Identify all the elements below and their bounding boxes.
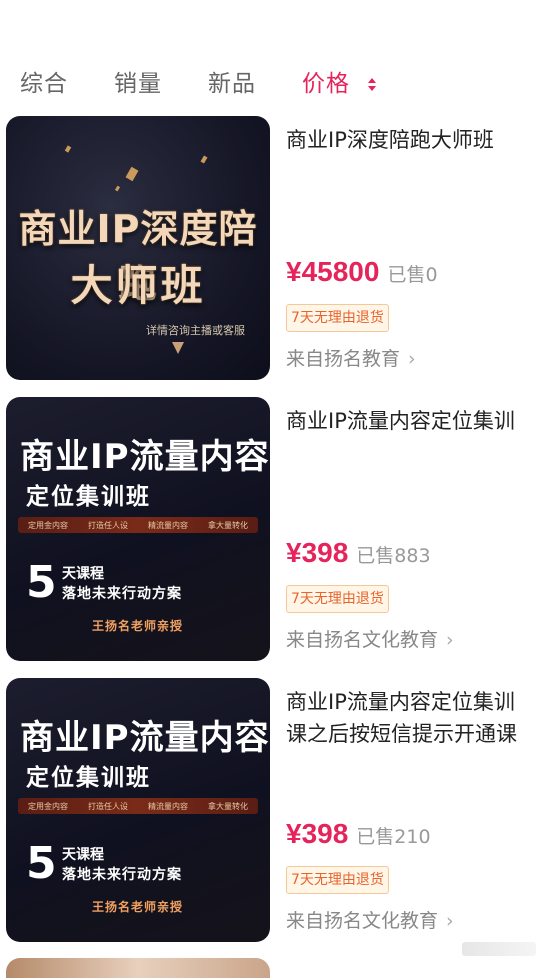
thumb-tag: 拿大量转化 — [208, 520, 248, 530]
shop-link[interactable]: 来自扬名文化教育 › — [286, 625, 454, 652]
thumb-title-line2: 大师班 — [70, 261, 206, 310]
product-price: ¥398 — [286, 537, 349, 568]
thumb-tag: 定用金内容 — [28, 520, 68, 530]
thumb-title: 商业IP流量内容 — [20, 718, 270, 758]
thumb-days-label: 天课程 — [62, 566, 104, 582]
shop-name: 来自扬名教育 — [286, 348, 401, 370]
thumb-day-number: 5 — [26, 557, 57, 608]
chevron-right-icon: › — [446, 910, 454, 932]
thumb-days-label: 天课程 — [62, 847, 104, 863]
sold-count: 已售210 — [356, 826, 431, 848]
thumb-tag-bar: 定用金内容 打造任人设 精流量内容 拿大量转化 — [18, 798, 258, 814]
thumb-tag: 打造任人设 — [88, 520, 128, 530]
thumb-tag-bar: 定用金内容 打造任人设 精流量内容 拿大量转化 — [18, 517, 258, 533]
list-item[interactable]: 商业IP流量内容 定位集训班 定用金内容 打造任人设 精流量内容 拿大量转化 5… — [0, 397, 544, 665]
product-thumbnail[interactable]: 商业IP流量内容 定位集训班 定用金内容 打造任人设 精流量内容 拿大量转化 5… — [6, 397, 270, 661]
thumb-tag: 精流量内容 — [148, 520, 188, 530]
chevron-right-icon: › — [446, 629, 454, 651]
thumb-plan: 落地未来行动方案 — [62, 867, 182, 883]
sold-count: 已售883 — [356, 545, 431, 567]
product-title[interactable]: 商业IP流量内容定位集训 — [286, 405, 544, 437]
sort-arrows-icon — [368, 77, 378, 93]
thumb-teacher: 王扬名老师亲授 — [92, 900, 184, 914]
product-title[interactable]: 商业IP流量内容定位集训 课之后按短信提示开通课 — [286, 686, 544, 750]
thumb-tag: 精流量内容 — [148, 801, 188, 811]
arrow-down-icon — [172, 342, 184, 354]
shop-link[interactable]: 来自扬名文化教育 › — [286, 906, 454, 933]
thumb-title: 商业IP流量内容 — [20, 437, 270, 477]
return-policy-badge: 7天无理由退货 — [286, 304, 389, 332]
product-title[interactable]: 商业IP深度陪跑大师班 — [286, 124, 544, 156]
shop-name: 来自扬名文化教育 — [286, 910, 439, 932]
sort-tabs: 综合 销量 新品 价格 — [0, 58, 544, 104]
thumb-caption: 详情咨询主播或客服 — [146, 324, 245, 337]
thumb-plan: 落地未来行动方案 — [62, 586, 182, 602]
return-policy-badge: 7天无理由退货 — [286, 585, 389, 613]
thumb-tag: 定用金内容 — [28, 801, 68, 811]
shop-link[interactable]: 来自扬名教育 › — [286, 344, 416, 371]
tab-price-label: 价格 — [302, 71, 350, 97]
product-thumbnail[interactable]: 商业IP深度陪跑 大师班 详情咨询主播或客服 — [6, 116, 270, 380]
thumb-tag: 拿大量转化 — [208, 801, 248, 811]
thumb-subtitle: 定位集训班 — [26, 484, 151, 510]
sold-count: 已售0 — [387, 264, 438, 286]
return-policy-badge: 7天无理由退货 — [286, 866, 389, 894]
product-price: ¥45800 — [286, 256, 380, 287]
chevron-right-icon: › — [408, 348, 416, 370]
thumb-tag: 打造任人设 — [88, 801, 128, 811]
thumb-day-number: 5 — [26, 838, 57, 889]
product-thumbnail[interactable]: 商业IP流量内容 定位集训班 定用金内容 打造任人设 精流量内容 拿大量转化 5… — [6, 678, 270, 942]
thumb-teacher: 王扬名老师亲授 — [92, 619, 184, 633]
thumb-subtitle: 定位集训班 — [26, 765, 151, 791]
next-item-thumbnail-peek[interactable] — [6, 958, 270, 978]
tab-sales[interactable]: 销量 — [114, 64, 162, 98]
watermark — [462, 942, 536, 956]
list-item[interactable]: 商业IP深度陪跑 大师班 详情咨询主播或客服 商业IP深度陪跑大师班 ¥4580… — [0, 116, 544, 384]
tab-comprehensive[interactable]: 综合 — [20, 64, 68, 98]
list-item[interactable]: 商业IP流量内容 定位集训班 定用金内容 打造任人设 精流量内容 拿大量转化 5… — [0, 678, 544, 946]
tab-new[interactable]: 新品 — [208, 64, 256, 98]
tab-price[interactable]: 价格 — [302, 64, 378, 98]
product-price: ¥398 — [286, 818, 349, 849]
shop-name: 来自扬名文化教育 — [286, 629, 439, 651]
